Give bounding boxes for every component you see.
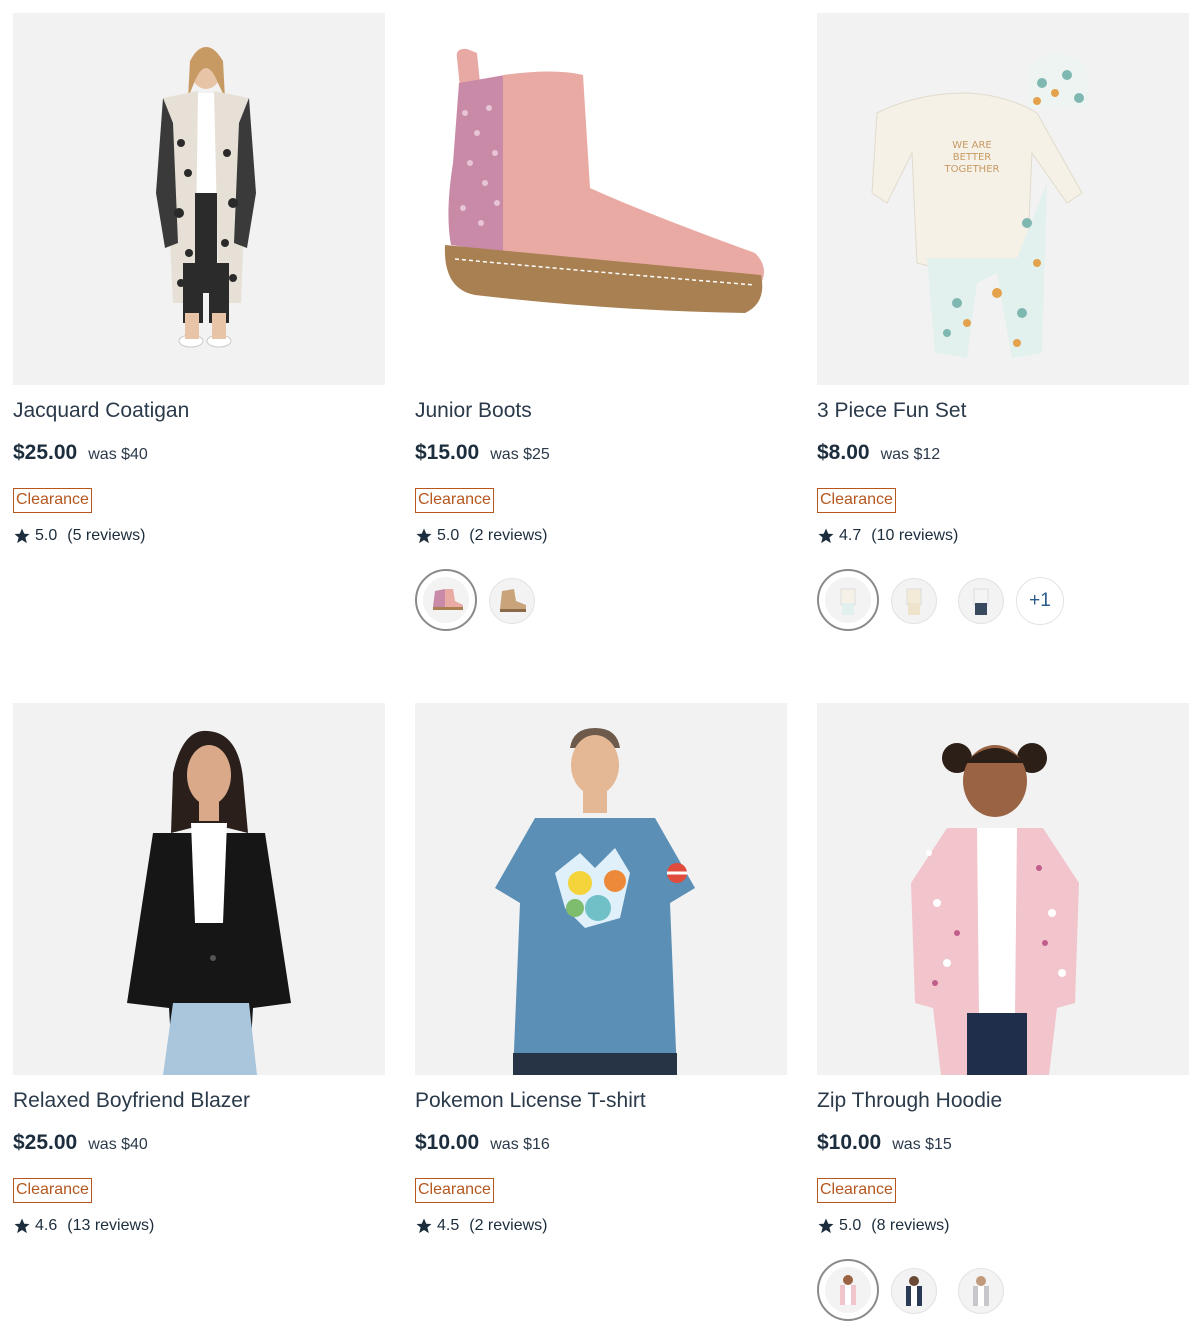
color-swatch-grey[interactable] [958, 1268, 1004, 1314]
product-title[interactable]: Jacquard Coatigan [13, 399, 189, 423]
price-row: $25.00 was $40 [13, 441, 148, 465]
review-count[interactable]: (5 reviews) [67, 527, 145, 545]
product-card: Jacquard Coatigan $25.00 was $40 Clearan… [13, 13, 385, 544]
current-price: $25.00 [13, 1131, 78, 1154]
current-price: $15.00 [415, 441, 480, 464]
current-price: $25.00 [13, 441, 78, 464]
was-price: was $40 [88, 1136, 148, 1153]
product-title[interactable]: Pokemon License T-shirt [415, 1089, 646, 1113]
review-count[interactable]: (8 reviews) [871, 1217, 949, 1235]
product-card: Junior Boots $15.00 was $25 Clearance 5.… [415, 13, 787, 631]
product-card: Zip Through Hoodie $10.00 was $15 Cleara… [817, 703, 1189, 1321]
color-swatch-beige[interactable] [891, 578, 937, 624]
product-card: Relaxed Boyfriend Blazer $25.00 was $40 … [13, 703, 385, 1234]
price-row: $10.00 was $16 [415, 1131, 550, 1155]
clearance-badge: Clearance [415, 488, 494, 513]
product-title[interactable]: 3 Piece Fun Set [817, 399, 966, 423]
rating: 5.0 (2 reviews) [415, 527, 547, 545]
product-card: Pokemon License T-shirt $10.00 was $16 C… [415, 703, 787, 1234]
price-row: $15.00 was $25 [415, 441, 550, 465]
product-image[interactable] [415, 703, 787, 1075]
product-image[interactable] [13, 13, 385, 385]
color-swatch-pink[interactable] [415, 569, 477, 631]
clearance-badge: Clearance [817, 1178, 896, 1203]
rating: 5.0 (8 reviews) [817, 1217, 949, 1235]
svg-text:BETTER: BETTER [953, 152, 992, 163]
clearance-badge: Clearance [13, 488, 92, 513]
product-image[interactable] [415, 13, 787, 385]
current-price: $10.00 [415, 1131, 480, 1154]
color-swatch-cream[interactable] [817, 569, 879, 631]
product-card: WE ARE BETTER TOGETHER 3 Piece Fun Set $… [817, 13, 1189, 631]
clearance-badge: Clearance [13, 1178, 92, 1203]
review-count[interactable]: (2 reviews) [469, 1217, 547, 1235]
rating: 4.6 (13 reviews) [13, 1217, 154, 1235]
color-swatch-pink[interactable] [817, 1259, 879, 1321]
color-swatch-navy[interactable] [958, 578, 1004, 624]
rating: 4.5 (2 reviews) [415, 1217, 547, 1235]
rating-value: 4.5 [437, 1217, 460, 1234]
clearance-badge: Clearance [817, 488, 896, 513]
review-count[interactable]: (10 reviews) [871, 527, 958, 545]
star-icon [416, 528, 432, 544]
was-price: was $40 [88, 446, 148, 463]
star-icon [416, 1218, 432, 1234]
color-swatch-navy[interactable] [891, 1268, 937, 1314]
star-icon [818, 1218, 834, 1234]
rating-value: 5.0 [35, 527, 58, 544]
color-swatch-tan[interactable] [489, 578, 535, 624]
product-title[interactable]: Junior Boots [415, 399, 532, 423]
rating-value: 4.7 [839, 527, 862, 544]
price-row: $10.00 was $15 [817, 1131, 952, 1155]
was-price: was $16 [490, 1136, 550, 1153]
star-icon [818, 528, 834, 544]
star-icon [14, 1218, 30, 1234]
product-image[interactable]: WE ARE BETTER TOGETHER [817, 13, 1189, 385]
review-count[interactable]: (13 reviews) [67, 1217, 154, 1235]
was-price: was $25 [490, 446, 550, 463]
rating: 4.7 (10 reviews) [817, 527, 958, 545]
current-price: $8.00 [817, 441, 870, 464]
product-title[interactable]: Relaxed Boyfriend Blazer [13, 1089, 250, 1113]
was-price: was $15 [892, 1136, 952, 1153]
product-image[interactable] [817, 703, 1189, 1075]
rating-value: 5.0 [437, 527, 460, 544]
was-price: was $12 [880, 446, 941, 463]
rating-value: 5.0 [839, 1217, 862, 1234]
more-swatches-button[interactable]: +1 [1016, 577, 1064, 625]
clearance-badge: Clearance [415, 1178, 494, 1203]
review-count[interactable]: (2 reviews) [469, 527, 547, 545]
price-row: $8.00 was $12 [817, 441, 940, 465]
product-image[interactable] [13, 703, 385, 1075]
rating: 5.0 (5 reviews) [13, 527, 145, 545]
star-icon [14, 528, 30, 544]
svg-text:TOGETHER: TOGETHER [944, 164, 1000, 175]
current-price: $10.00 [817, 1131, 882, 1154]
price-row: $25.00 was $40 [13, 1131, 148, 1155]
rating-value: 4.6 [35, 1217, 58, 1234]
svg-text:WE ARE: WE ARE [952, 140, 992, 151]
product-title[interactable]: Zip Through Hoodie [817, 1089, 1002, 1113]
